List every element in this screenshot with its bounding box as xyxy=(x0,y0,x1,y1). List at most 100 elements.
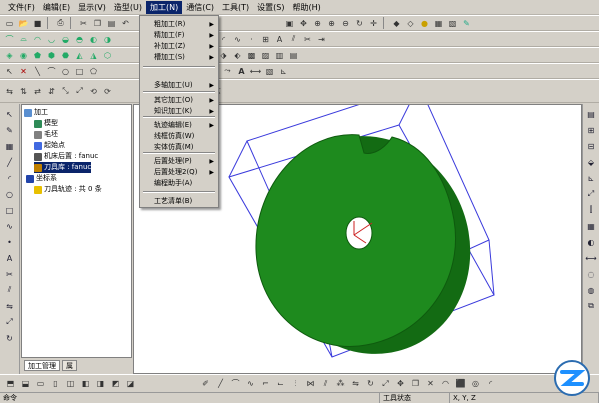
bottom5-icon[interactable]: ◫ xyxy=(64,377,77,390)
menu-item[interactable]: 帮助(H) xyxy=(289,1,325,14)
transform7-icon[interactable]: ⟲ xyxy=(87,85,100,98)
processing-menu-item[interactable]: 后置处理2(Q) xyxy=(154,167,197,178)
tree-node[interactable]: 毛坯 xyxy=(34,129,58,140)
surface8-icon[interactable]: ◑ xyxy=(101,33,114,46)
view-iso-icon[interactable]: ⬙ xyxy=(585,156,597,168)
menu-item[interactable]: 设置(S) xyxy=(253,1,288,14)
processing-menu-item[interactable]: 知识加工(K) xyxy=(154,106,192,117)
b-rotate-icon[interactable]: ↻ xyxy=(364,377,377,390)
bottom4-icon[interactable]: ▯ xyxy=(49,377,62,390)
b-surface-icon[interactable]: ◠ xyxy=(439,377,452,390)
layer-right-icon[interactable]: ▦ xyxy=(585,220,597,232)
b-scale-icon[interactable]: ⤢ xyxy=(379,377,392,390)
b-offset-icon[interactable]: ⫽ xyxy=(319,377,332,390)
feature3-icon[interactable]: ⬟ xyxy=(31,49,44,62)
undo-icon[interactable]: ↶ xyxy=(119,17,132,30)
cut-icon[interactable]: ✂ xyxy=(77,17,90,30)
menu-item[interactable]: 编辑(E) xyxy=(39,1,74,14)
b-arc-icon[interactable]: ⌒ xyxy=(229,377,242,390)
feature7-icon[interactable]: ◮ xyxy=(87,49,100,62)
dimension-icon[interactable]: ⟷ xyxy=(585,252,597,264)
fit-icon[interactable]: ⤢ xyxy=(585,188,597,200)
polygon-tool-icon[interactable]: ⬠ xyxy=(87,65,100,78)
processing-menu-item[interactable]: 多轴加工(U) xyxy=(154,80,193,91)
tree-root[interactable]: 加工 xyxy=(24,107,48,118)
extend-icon[interactable]: ⇥ xyxy=(315,33,328,46)
b-hole-icon[interactable]: ◎ xyxy=(469,377,482,390)
tree-node[interactable]: 起始点 xyxy=(34,140,65,151)
transform5-icon[interactable]: ⤡ xyxy=(59,85,72,98)
feature16-icon[interactable]: ▤ xyxy=(287,49,300,62)
rect-tool-icon[interactable]: □ xyxy=(73,65,86,78)
feature15-icon[interactable]: ▥ xyxy=(273,49,286,62)
rotate-side-icon[interactable]: ↻ xyxy=(4,332,16,344)
tree-node[interactable]: 机床后置 : fanuc xyxy=(34,151,98,162)
offset-side-icon[interactable]: ⫽ xyxy=(4,284,16,296)
command-line[interactable]: 命令 xyxy=(0,393,380,403)
processing-menu-item[interactable]: 编程助手(A) xyxy=(154,178,192,189)
bottom6-icon[interactable]: ◧ xyxy=(79,377,92,390)
tree-node[interactable]: 坐标系 xyxy=(26,173,57,184)
tree-node[interactable]: 刀具轨迹 : 共 0 条 xyxy=(34,184,102,195)
color-icon[interactable]: ◐ xyxy=(585,236,597,248)
line-tool-icon[interactable]: ╲ xyxy=(31,65,44,78)
view-side-icon[interactable]: ⊟ xyxy=(585,140,597,152)
menu-item[interactable]: 通信(C) xyxy=(182,1,218,14)
open-file-icon[interactable]: 📂 xyxy=(17,17,30,30)
transform2-icon[interactable]: ⇅ xyxy=(17,85,30,98)
point-icon[interactable]: · xyxy=(245,33,258,46)
hatch-icon[interactable]: ▧ xyxy=(263,65,276,78)
sweep-icon[interactable]: ⤳ xyxy=(221,65,234,78)
b-curve-icon[interactable]: ∿ xyxy=(244,377,257,390)
b-move-icon[interactable]: ✥ xyxy=(394,377,407,390)
spline-side-icon[interactable]: ∿ xyxy=(4,220,16,232)
surface7-icon[interactable]: ◐ xyxy=(87,33,100,46)
processing-menu-item[interactable]: 精加工(F) xyxy=(154,30,185,41)
feature1-icon[interactable]: ◈ xyxy=(3,49,16,62)
transform6-icon[interactable]: ⤢ xyxy=(73,85,86,98)
tab-properties[interactable]: 属 xyxy=(62,359,77,371)
tool-icon[interactable]: ✎ xyxy=(460,17,473,30)
feature14-icon[interactable]: ▨ xyxy=(259,49,272,62)
b-copy-icon[interactable]: ❐ xyxy=(409,377,422,390)
pointer-icon[interactable]: ↖ xyxy=(4,108,16,120)
transform1-icon[interactable]: ⇆ xyxy=(3,85,16,98)
trim-side-icon[interactable]: ✂ xyxy=(4,268,16,280)
tree-node[interactable]: 刀具库 : fanuc xyxy=(34,162,92,173)
sketch-icon[interactable]: ✎ xyxy=(4,124,16,136)
zoom-window-icon[interactable]: ⊕ xyxy=(311,17,324,30)
spline-icon[interactable]: ∿ xyxy=(231,33,244,46)
pan-icon[interactable]: ✥ xyxy=(297,17,310,30)
b-delete-icon[interactable]: ✕ xyxy=(424,377,437,390)
b-solid-icon[interactable]: ⬛ xyxy=(454,377,467,390)
bottom3-icon[interactable]: ▭ xyxy=(34,377,47,390)
save-icon[interactable]: ■ xyxy=(31,17,44,30)
bottom7-icon[interactable]: ◨ xyxy=(94,377,107,390)
processing-menu-item[interactable]: 工艺清单(B) xyxy=(154,196,192,207)
feature6-icon[interactable]: ◭ xyxy=(73,49,86,62)
processing-menu-item[interactable]: 轨迹编辑(E) xyxy=(154,120,192,131)
trim-icon[interactable]: ✂ xyxy=(301,33,314,46)
b-join-icon[interactable]: ⋈ xyxy=(304,377,317,390)
line-side-icon[interactable]: ╱ xyxy=(4,156,16,168)
select-icon[interactable]: ↖ xyxy=(3,65,16,78)
arc-tool-icon[interactable]: ⌒ xyxy=(45,65,58,78)
material-icon[interactable]: ▧ xyxy=(446,17,459,30)
transform4-icon[interactable]: ⇵ xyxy=(45,85,58,98)
b-chamfer-icon[interactable]: ⌙ xyxy=(274,377,287,390)
transform3-icon[interactable]: ⇄ xyxy=(31,85,44,98)
b-break-icon[interactable]: ⫶ xyxy=(289,377,302,390)
feature13-icon[interactable]: ▩ xyxy=(245,49,258,62)
new-file-icon[interactable]: ▭ xyxy=(3,17,16,30)
print-icon[interactable]: ⎙ xyxy=(54,17,67,30)
processing-menu-item[interactable]: 其它加工(O) xyxy=(154,95,193,106)
eraser-icon[interactable]: ✐ xyxy=(199,377,212,390)
b-fillet-icon[interactable]: ◜ xyxy=(484,377,497,390)
light-icon[interactable]: ● xyxy=(418,17,431,30)
grid-icon[interactable]: ⊞ xyxy=(259,33,272,46)
offset-icon[interactable]: ⫽ xyxy=(287,33,300,46)
view-top-icon[interactable]: ⊞ xyxy=(585,124,597,136)
scale-side-icon[interactable]: ⤢ xyxy=(4,316,16,328)
shade-icon[interactable]: ◆ xyxy=(390,17,403,30)
snap-icon[interactable]: ✕ xyxy=(17,65,30,78)
